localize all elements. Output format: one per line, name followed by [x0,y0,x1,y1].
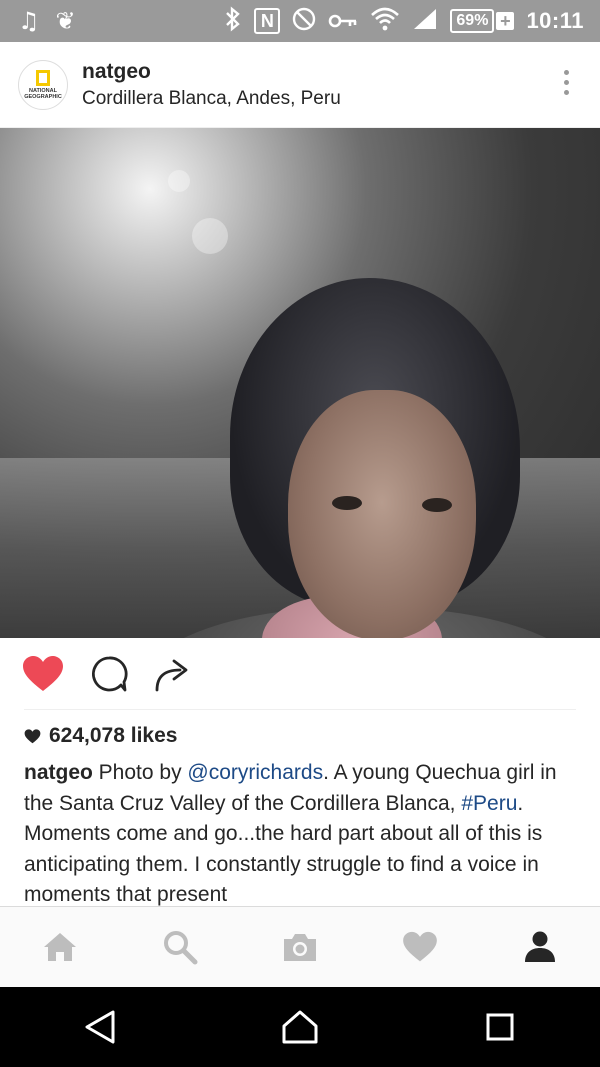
vpn-key-icon [328,9,358,33]
profile-icon[interactable] [510,917,570,977]
actions-divider [24,709,576,710]
likes-heart-icon [24,728,41,743]
caption-username[interactable]: natgeo [24,761,93,784]
comment-icon[interactable] [90,655,128,693]
post-actions [0,638,600,710]
battery-percent: 69% [450,9,495,33]
home-circle-icon[interactable] [270,997,330,1057]
avatar-brand: NATIONAL GEOGRAPHIC [24,87,62,100]
likes-label: 624,078 likes [49,724,178,747]
charging-icon: + [496,12,515,30]
natgeo-logo-icon [36,69,50,86]
caption-text-1: Photo by [92,761,188,784]
heart-liked-icon[interactable] [22,655,64,693]
clock: 10:11 [526,8,584,33]
do-not-disturb-icon [292,7,316,35]
system-nav-bar [0,987,600,1067]
nfc-icon: N [254,8,281,34]
music-note-icon: ♫ [18,7,40,35]
likes-count[interactable]: 624,078 likes [24,724,177,748]
back-icon[interactable] [70,997,130,1057]
status-bar: ♫ ❦ N 69% + 10:11 [0,0,600,42]
post-caption: natgeo Photo by @coryrichards. A young Q… [24,758,576,911]
post-photo[interactable] [0,128,600,638]
caption-hashtag[interactable]: #Peru [461,792,517,815]
caption-mention[interactable]: @coryrichards [187,761,323,784]
recents-icon[interactable] [470,997,530,1057]
bottom-nav [0,906,600,987]
post-username[interactable]: natgeo [82,60,341,84]
share-icon[interactable] [154,656,192,692]
post-header: NATIONAL GEOGRAPHIC natgeo Cordillera Bl… [0,42,600,128]
camera-icon[interactable] [270,917,330,977]
avatar[interactable]: NATIONAL GEOGRAPHIC [18,59,68,110]
leaf-notification-icon: ❦ [55,7,76,35]
search-icon[interactable] [150,917,210,977]
home-icon[interactable] [30,917,90,977]
more-options-icon[interactable] [564,70,570,95]
wifi-icon [370,6,400,36]
cell-signal-icon [412,7,438,35]
bluetooth-icon [224,6,242,36]
battery-indicator: 69% + [450,9,515,33]
post-location[interactable]: Cordillera Blanca, Andes, Peru [82,88,341,110]
activity-heart-icon[interactable] [390,917,450,977]
